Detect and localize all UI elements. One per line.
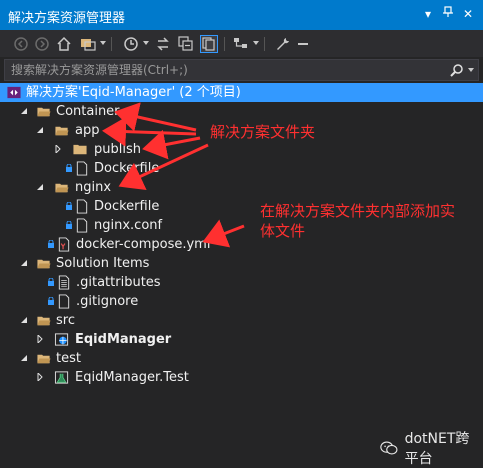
annotation-arrows bbox=[102, 102, 245, 248]
watermark: dotNET跨平台 bbox=[380, 428, 483, 468]
wechat-logo-icon bbox=[380, 441, 398, 455]
annotation-arrow-publish bbox=[142, 129, 201, 160]
annotation-solution-folder: 解决方案文件夹 bbox=[210, 123, 316, 141]
annotation-arrow-container bbox=[114, 102, 197, 132]
annotation-add-entity-line1: 在解决方案文件夹内部添加实 bbox=[260, 202, 456, 220]
annotation-arrow-nginx bbox=[118, 143, 209, 191]
annotation-arrow-docker-compose bbox=[202, 219, 245, 248]
watermark-text: dotNET跨平台 bbox=[404, 431, 470, 467]
annotation-add-entity-line2: 体文件 bbox=[260, 222, 306, 240]
annotation-arrow-app bbox=[102, 116, 197, 147]
